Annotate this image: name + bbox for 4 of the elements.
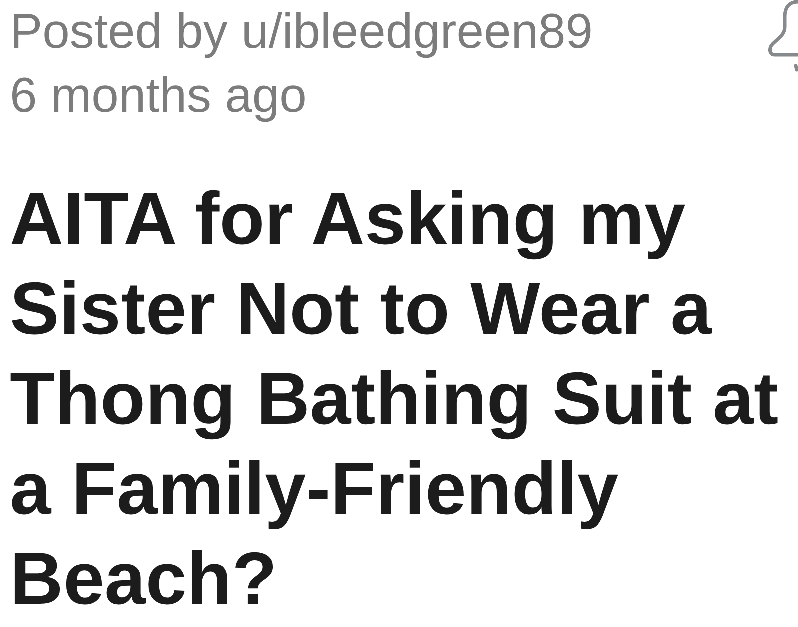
bell-icon[interactable] [767,0,798,72]
post-time: 6 months ago [10,68,308,125]
post-title: AITA for Asking my Sister Not to Wear a Thong Bathing Suit at a Family-Friendly Beach? [10,176,780,622]
author-line: Posted by u/ibleedgreen89 [10,4,593,61]
